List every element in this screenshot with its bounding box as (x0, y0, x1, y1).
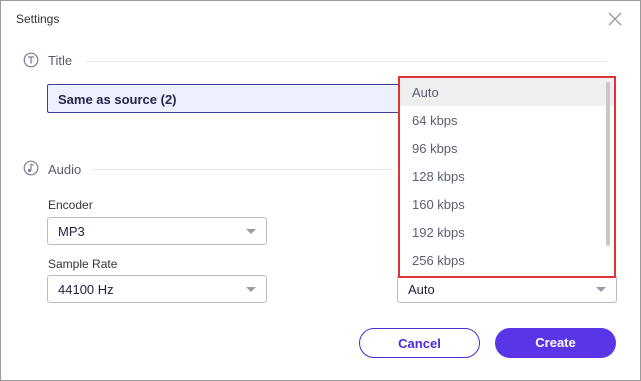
chevron-down-icon (246, 287, 256, 292)
close-icon[interactable] (605, 9, 625, 29)
music-note-icon (23, 160, 39, 176)
encoder-select[interactable]: MP3 (47, 217, 267, 245)
audio-section-divider (93, 169, 393, 170)
dropdown-option[interactable]: 96 kbps (400, 134, 614, 162)
bitrate-dropdown-list: Auto 64 kbps 96 kbps 128 kbps 160 kbps 1… (398, 76, 616, 278)
dropdown-option[interactable]: 160 kbps (400, 190, 614, 218)
chevron-down-icon (596, 287, 606, 292)
encoder-label: Encoder (48, 198, 93, 212)
bitrate-value: Auto (408, 282, 435, 297)
sample-rate-label: Sample Rate (48, 257, 118, 271)
dialog-title: Settings (16, 12, 60, 26)
title-section-label: Title (48, 53, 73, 68)
sample-rate-select[interactable]: 44100 Hz (47, 275, 267, 303)
dropdown-option[interactable]: 256 kbps (400, 246, 614, 274)
dialog-titlebar: Settings (1, 1, 640, 37)
audio-section-label: Audio (48, 162, 82, 177)
dropdown-option[interactable]: 64 kbps (400, 106, 614, 134)
sample-rate-value: 44100 Hz (58, 282, 114, 297)
title-icon (23, 52, 39, 68)
chevron-down-icon (246, 229, 256, 234)
settings-dialog: Settings Title Same as source (2) Audio … (0, 0, 641, 381)
dropdown-scrollbar[interactable] (606, 82, 610, 246)
dropdown-option[interactable]: Auto (400, 78, 614, 106)
title-section-divider (86, 61, 606, 62)
dropdown-option[interactable]: 192 kbps (400, 218, 614, 246)
create-button[interactable]: Create (495, 328, 616, 358)
bitrate-select[interactable]: Auto (397, 275, 617, 303)
encoder-value: MP3 (58, 224, 85, 239)
dropdown-option[interactable]: 128 kbps (400, 162, 614, 190)
cancel-button[interactable]: Cancel (359, 328, 480, 358)
